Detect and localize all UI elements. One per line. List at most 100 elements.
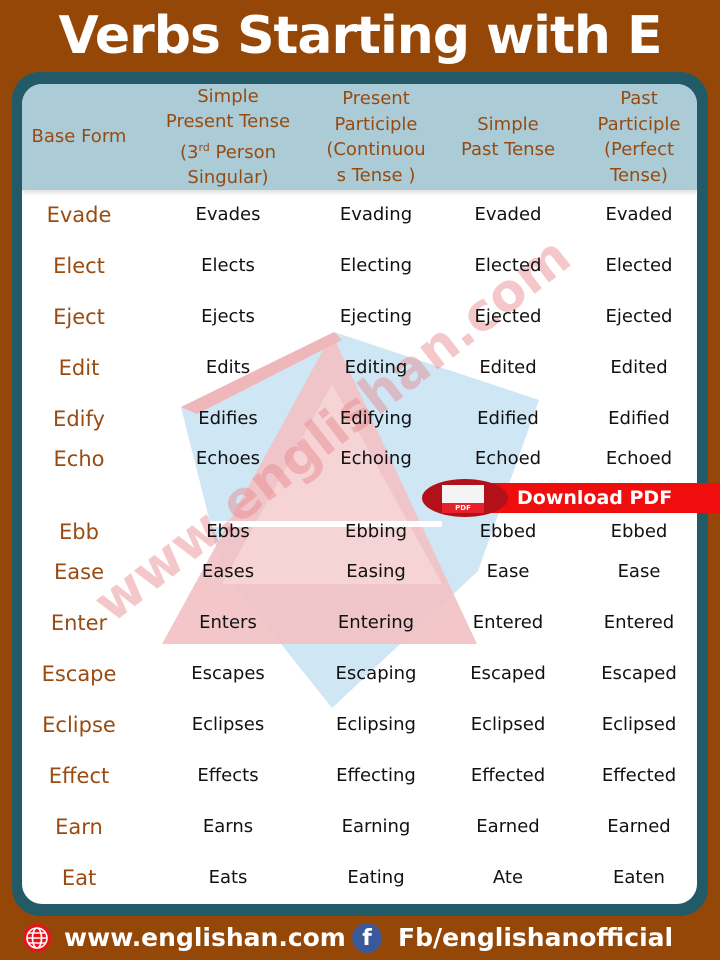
simple-past-cell: Eclipsed: [470, 714, 546, 735]
simple-present-cell: Edifies: [198, 408, 258, 429]
present-participle-cell: Echoing: [340, 448, 412, 469]
header-label: Base Form: [31, 126, 127, 148]
table-row: Eject Ejects Ejecting Ejected Ejected: [22, 302, 697, 332]
past-participle-cell: Effected: [601, 765, 677, 786]
simple-present-cell: Ejects: [201, 306, 255, 327]
table-row: Ebb Ebbs Ebbing Ebbed Ebbed: [22, 517, 697, 547]
past-participle-cell: Eclipsed: [601, 714, 677, 735]
simple-past-cell: Effected: [470, 765, 546, 786]
present-participle-cell: Editing: [344, 357, 408, 378]
pdf-badge[interactable]: PDF: [422, 479, 508, 517]
base-form-cell: Enter: [50, 611, 108, 635]
past-participle-cell: Ebbed: [610, 521, 668, 542]
header-superscript: rd: [198, 140, 210, 154]
simple-present-cell: Eats: [208, 867, 248, 888]
present-participle-cell: Entering: [337, 612, 415, 633]
simple-present-cell: Echoes: [195, 448, 261, 469]
table-row: Edit Edits Editing Edited Edited: [22, 353, 697, 383]
past-participle-cell: Edited: [610, 357, 668, 378]
past-participle-cell: Edified: [608, 408, 670, 429]
present-participle-cell: Easing: [346, 561, 406, 582]
past-participle-cell: Eaten: [613, 867, 665, 888]
simple-present-cell: Earns: [202, 816, 254, 837]
download-pdf-button[interactable]: PDF Download PDF: [422, 479, 720, 517]
facebook-link[interactable]: Fb/englishanofficial: [398, 916, 673, 960]
header-label: Past Participle (Perfect Tense): [597, 88, 681, 186]
simple-past-cell: Ejected: [474, 306, 542, 327]
simple-present-cell: Ebbs: [206, 521, 250, 542]
base-form-cell: Eject: [53, 305, 105, 329]
page-title: Verbs Starting with E: [58, 6, 662, 66]
simple-past-cell: Earned: [476, 816, 540, 837]
header-label: Simple Present Tense (3rd Person Singula…: [166, 84, 290, 191]
table-row: Edify Edifies Edifying Edified Edified: [22, 404, 697, 434]
table-row: Ease Eases Easing Ease Ease: [22, 557, 697, 587]
header-past-participle: Past Participle (Perfect Tense): [574, 84, 697, 190]
pdf-icon-label: PDF: [442, 503, 484, 513]
base-form-cell: Evade: [46, 203, 112, 227]
table-row: Earn Earns Earning Earned Earned: [22, 812, 697, 842]
base-form-cell: Elect: [53, 254, 105, 278]
simple-past-cell: Entered: [472, 612, 544, 633]
simple-present-cell: Evades: [195, 204, 261, 225]
simple-past-cell: Ate: [492, 867, 524, 888]
simple-past-cell: Echoed: [474, 448, 542, 469]
base-form-cell: Effect: [48, 764, 110, 788]
base-form-cell: Echo: [53, 447, 105, 471]
past-participle-cell: Ejected: [605, 306, 673, 327]
table-row: Escape Escapes Escaping Escaped Escaped: [22, 659, 697, 689]
table-row: Enter Enters Entering Entered Entered: [22, 608, 697, 638]
table-row: Echo Echoes Echoing Echoed Echoed: [22, 444, 697, 474]
past-participle-cell: Evaded: [605, 204, 673, 225]
present-participle-cell: Evading: [339, 204, 413, 225]
past-participle-cell: Elected: [605, 255, 673, 276]
simple-past-cell: Edified: [477, 408, 539, 429]
facebook-icon: f: [352, 923, 382, 953]
simple-present-cell: Elects: [201, 255, 255, 276]
simple-present-cell: Eases: [201, 561, 255, 582]
base-form-cell: Edify: [53, 407, 105, 431]
simple-present-cell: Escapes: [191, 663, 265, 684]
header-present-participle: Present Participle (Continuou s Tense ): [308, 84, 444, 190]
header-label: Simple Past Tense: [460, 113, 556, 161]
simple-past-cell: Elected: [474, 255, 542, 276]
table-row: Evade Evades Evading Evaded Evaded: [22, 200, 697, 230]
table-row: Effect Effects Effecting Effected Effected: [22, 761, 697, 791]
present-participle-cell: Electing: [339, 255, 413, 276]
past-participle-cell: Ease: [617, 561, 661, 582]
present-participle-cell: Ejecting: [339, 306, 413, 327]
table-row: Eclipse Eclipses Eclipsing Eclipsed Eclipsed: [22, 710, 697, 740]
table-header: Base Form Simple Present Tense (3rd Pers…: [22, 84, 697, 190]
simple-past-cell: Evaded: [474, 204, 542, 225]
past-participle-cell: Entered: [603, 612, 675, 633]
present-participle-cell: Eclipsing: [336, 714, 416, 735]
download-label[interactable]: Download PDF: [517, 483, 672, 513]
header-label: Present Participle (Continuou s Tense ): [326, 88, 426, 186]
globe-icon: [23, 924, 51, 952]
present-participle-cell: Escaping: [335, 663, 417, 684]
simple-past-cell: Escaped: [470, 663, 546, 684]
simple-past-cell: Ease: [486, 561, 530, 582]
simple-past-cell: Ebbed: [479, 521, 537, 542]
present-participle-cell: Eating: [347, 867, 405, 888]
base-form-cell: Earn: [55, 815, 103, 839]
table-row: Eat Eats Eating Ate Eaten: [22, 863, 697, 893]
base-form-cell: Escape: [41, 662, 117, 686]
header-base-form: Base Form: [22, 84, 136, 190]
base-form-cell: Ease: [54, 560, 104, 584]
base-form-cell: Ebb: [59, 520, 99, 544]
simple-present-cell: Enters: [199, 612, 257, 633]
pdf-file-icon: PDF: [442, 485, 484, 513]
past-participle-cell: Earned: [607, 816, 671, 837]
base-form-cell: Eclipse: [42, 713, 116, 737]
present-participle-cell: Earning: [341, 816, 411, 837]
website-link[interactable]: www.englishan.com: [64, 916, 346, 960]
present-participle-cell: Ebbing: [344, 521, 408, 542]
present-participle-cell: Edifying: [339, 408, 413, 429]
simple-past-cell: Edited: [479, 357, 537, 378]
simple-present-cell: Effects: [197, 765, 259, 786]
base-form-cell: Edit: [58, 356, 100, 380]
header-simple-present: Simple Present Tense (3rd Person Singula…: [148, 84, 308, 190]
header-simple-past: Simple Past Tense: [442, 84, 574, 190]
past-participle-cell: Echoed: [605, 448, 673, 469]
